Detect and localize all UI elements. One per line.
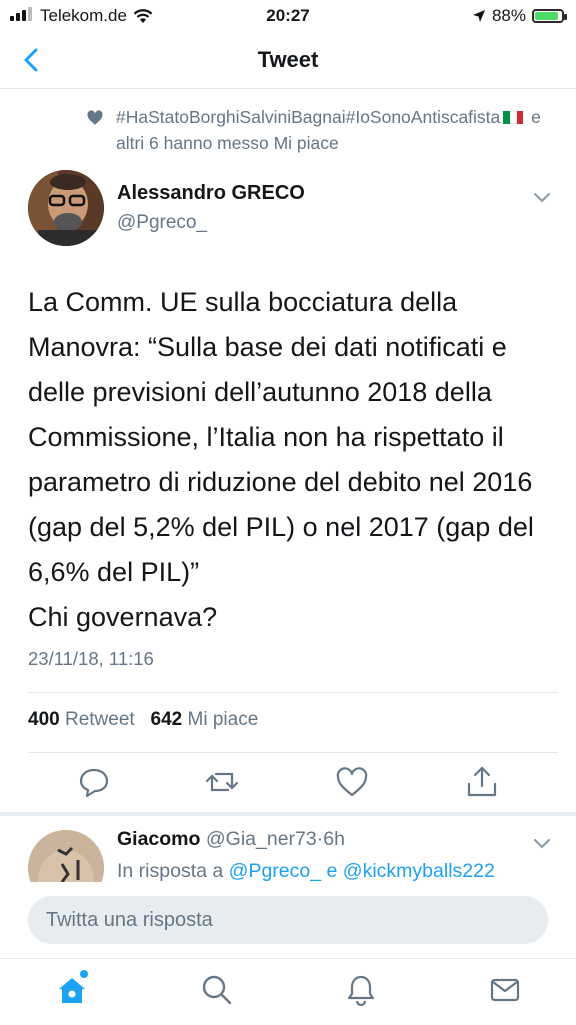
nav-header: Tweet <box>0 34 576 89</box>
social-context[interactable]: #HaStatoBorghiSalviniBagnai#IoSonoAntisc… <box>86 104 556 156</box>
status-bar: Telekom.de 20:27 88% <box>0 0 576 34</box>
avatar[interactable] <box>28 170 104 246</box>
reply-context-prefix: In risposta a <box>117 860 224 882</box>
reply-header: Giacomo @Gia_ner73·6h <box>117 828 345 851</box>
section-separator <box>0 812 576 816</box>
tweet-stats: 400 Retweet 642 Mi piace <box>28 709 258 731</box>
reply-composer-bar: Twitta una risposta <box>0 882 576 958</box>
reply-author-name[interactable]: Giacomo <box>117 828 200 850</box>
retweet-icon[interactable] <box>204 764 240 800</box>
reply-input[interactable]: Twitta una risposta <box>28 896 548 944</box>
divider <box>28 692 558 693</box>
tweet-actions <box>0 764 576 804</box>
like-stat[interactable]: 642 Mi piace <box>151 709 259 730</box>
retweet-count: 400 <box>28 709 60 730</box>
reply-mention-link[interactable]: @Pgreco_ <box>229 860 321 882</box>
share-icon[interactable] <box>464 764 500 800</box>
retweet-label: Retweet <box>64 709 135 730</box>
author-handle[interactable]: @Pgreco_ <box>117 212 207 234</box>
reply-author-handle[interactable]: @Gia_ner73 <box>206 828 317 850</box>
author-name[interactable]: Alessandro GRECO <box>117 182 305 205</box>
status-right: 88% <box>472 6 567 26</box>
home-notification-dot <box>80 970 88 978</box>
tweet-timestamp: 23/11/18, 11:16 <box>28 648 154 669</box>
reply-conjunction: e <box>326 860 338 882</box>
reply-time: 6h <box>323 828 345 850</box>
social-context-text: #HaStatoBorghiSalviniBagnai#IoSonoAntisc… <box>116 104 556 156</box>
messages-icon[interactable] <box>488 973 522 1007</box>
location-icon <box>472 10 485 22</box>
social-context-names: #HaStatoBorghiSalviniBagnai#IoSonoAntisc… <box>116 107 501 127</box>
italy-flag-icon <box>503 105 524 124</box>
reply-input-placeholder: Twitta una risposta <box>46 909 213 931</box>
like-icon[interactable] <box>334 764 370 800</box>
search-icon[interactable] <box>200 973 234 1007</box>
divider <box>28 752 558 753</box>
like-count: 642 <box>150 709 183 730</box>
heart-icon <box>87 110 103 125</box>
reply-context: In risposta a @Pgreco_ e @kickmyballs222 <box>117 860 495 883</box>
page-title: Tweet <box>257 47 319 72</box>
reply-icon[interactable] <box>76 764 112 800</box>
notifications-icon[interactable] <box>344 973 378 1007</box>
home-icon[interactable] <box>55 973 89 1007</box>
battery-icon <box>532 9 567 23</box>
reply-mention-link[interactable]: @kickmyballs222 <box>343 860 495 882</box>
battery-percent: 88% <box>491 6 526 25</box>
tweet-text: La Comm. UE sulla bocciatura della Manov… <box>28 287 534 632</box>
avatar-image <box>28 170 104 246</box>
tab-bar <box>0 958 576 1025</box>
retweet-stat[interactable]: 400 Retweet <box>28 709 135 730</box>
chevron-down-icon[interactable] <box>532 836 552 850</box>
like-label: Mi piace <box>187 709 259 730</box>
chevron-down-icon[interactable] <box>532 190 552 204</box>
